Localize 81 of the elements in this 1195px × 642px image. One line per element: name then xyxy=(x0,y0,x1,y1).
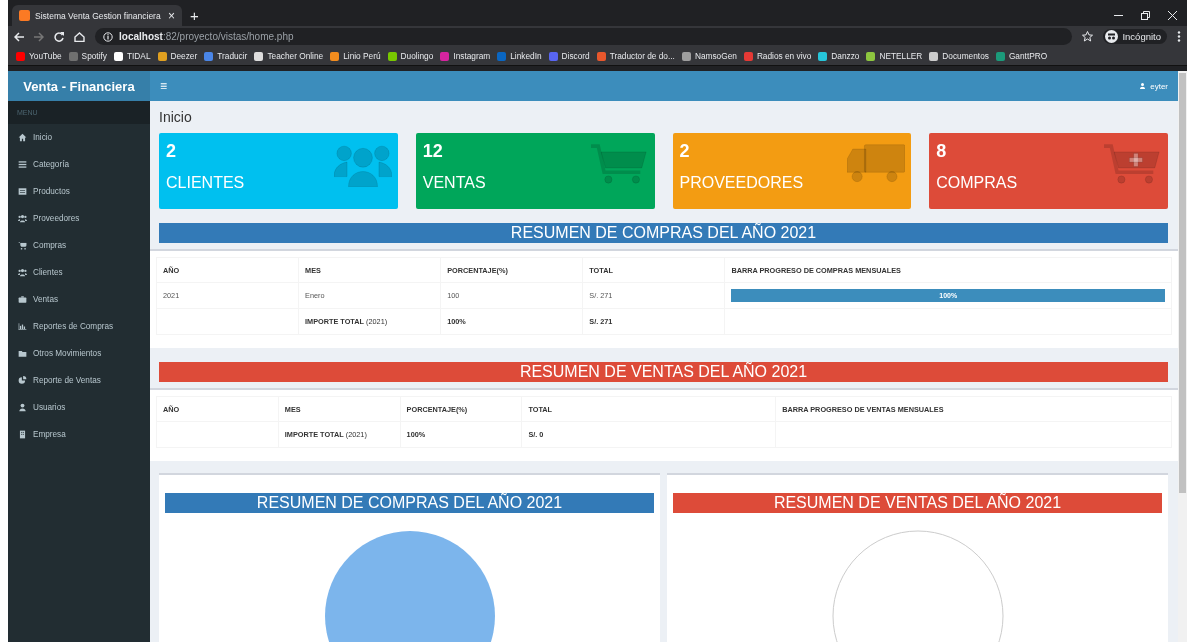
stat-value: 8 xyxy=(936,141,948,162)
bookmark[interactable]: Radios en vivo xyxy=(743,51,812,61)
sidebar-item[interactable]: Clientes xyxy=(8,259,150,286)
chart-title: RESUMEN DE VENTAS DEL AÑO 2021 xyxy=(673,493,1162,513)
bookmark[interactable]: GanttPRO xyxy=(995,51,1048,61)
bookmark[interactable]: Spotify xyxy=(68,51,107,61)
folder-icon xyxy=(18,349,27,358)
table-icon xyxy=(18,187,27,196)
cart-icon xyxy=(590,143,649,187)
stat-label: PROVEEDORES xyxy=(679,174,805,192)
bookmark[interactable]: TIDAL xyxy=(114,51,151,61)
stat-card[interactable]: 8 COMPRAS xyxy=(929,133,1168,209)
reload-icon[interactable] xyxy=(54,31,64,42)
home-icon xyxy=(18,133,27,142)
sidebar-item[interactable]: Otros Movimientos xyxy=(8,340,150,367)
bookmark[interactable]: Deezer xyxy=(157,51,198,61)
star-icon[interactable] xyxy=(1082,31,1094,42)
stat-value: 12 xyxy=(422,141,444,162)
pie-chart-icon xyxy=(18,376,27,385)
info-icon xyxy=(103,31,113,42)
section-title: RESUMEN DE VENTAS DEL AÑO 2021 xyxy=(159,362,1168,382)
bookmark[interactable]: Discord xyxy=(548,51,590,61)
cart-icon xyxy=(18,241,27,250)
stat-value: 2 xyxy=(679,141,691,162)
stat-label: VENTAS xyxy=(422,174,487,192)
address-bar[interactable]: localhost:82/proyecto/vistas/home.php xyxy=(95,28,1073,45)
users-icon xyxy=(333,143,392,187)
close-icon[interactable] xyxy=(1168,11,1177,20)
briefcase-icon xyxy=(18,295,27,304)
sidebar-item[interactable]: Productos xyxy=(8,178,150,205)
bookmark[interactable]: NamsoGen xyxy=(681,51,737,61)
browser-tab[interactable]: Sistema Venta Gestion financiera × xyxy=(12,5,182,26)
sidebar-item[interactable]: Empresa xyxy=(8,421,150,448)
bookmark[interactable]: Duolingo xyxy=(387,51,434,61)
tab-title: Sistema Venta Gestion financiera xyxy=(35,10,162,21)
bookmark[interactable]: Instagram xyxy=(440,51,491,61)
users-icon xyxy=(18,268,27,277)
sidebar-item[interactable]: Reportes de Compras xyxy=(8,313,150,340)
sidebar-item[interactable]: Usuarios xyxy=(8,394,150,421)
sidebar-item[interactable]: Categoría xyxy=(8,151,150,178)
stat-label: COMPRAS xyxy=(936,174,1019,192)
sidebar-item[interactable]: Ventas xyxy=(8,286,150,313)
user-menu[interactable]: eyter xyxy=(1139,81,1168,91)
chart-title: RESUMEN DE COMPRAS DEL AÑO 2021 xyxy=(165,493,654,513)
profile-button[interactable]: Incógnito xyxy=(1103,29,1167,44)
restore-icon[interactable] xyxy=(1141,11,1150,20)
menu-toggle[interactable]: ≡ xyxy=(160,79,167,93)
new-tab-button[interactable]: + xyxy=(190,7,199,24)
more-icon[interactable] xyxy=(1177,31,1181,42)
sidebar-item[interactable]: Proveedores xyxy=(8,205,150,232)
bookmark[interactable]: NETELLER xyxy=(866,51,923,61)
app-brand[interactable]: Venta - Financiera xyxy=(8,71,150,101)
bar-chart-icon xyxy=(18,322,27,331)
page-title: Inicio xyxy=(159,109,193,125)
stat-value: 2 xyxy=(166,141,177,162)
user-icon xyxy=(18,403,27,412)
stat-label: CLIENTES xyxy=(166,174,246,192)
home-icon[interactable] xyxy=(74,31,85,42)
bookmark[interactable]: Traductor de do... xyxy=(596,51,675,61)
bookmark[interactable]: Traducir xyxy=(204,51,248,61)
bookmark[interactable]: Teacher Online xyxy=(254,51,324,61)
forward-icon[interactable] xyxy=(34,31,44,42)
users-icon xyxy=(18,214,27,223)
list-icon xyxy=(18,160,27,169)
building-icon xyxy=(18,430,27,439)
sidebar-item[interactable]: Reporte de Ventas xyxy=(8,367,150,394)
bookmark[interactable]: Documentos xyxy=(929,51,989,61)
bookmark[interactable]: Linio Perú xyxy=(330,51,381,61)
user-icon xyxy=(1139,82,1147,90)
site-icon xyxy=(19,10,30,21)
scrollbar[interactable] xyxy=(1178,71,1187,642)
incognito-icon xyxy=(1105,30,1119,43)
tab-close-button[interactable]: × xyxy=(168,8,175,23)
sidebar-item[interactable]: Compras xyxy=(8,232,150,259)
sidebar-item[interactable]: Inicio xyxy=(8,124,150,151)
back-icon[interactable] xyxy=(14,31,24,42)
section-title: RESUMEN DE COMPRAS DEL AÑO 2021 xyxy=(159,223,1168,243)
bookmark[interactable]: LinkedIn xyxy=(497,51,542,61)
cart-plus-icon xyxy=(1104,143,1162,187)
bookmark[interactable]: Danzzo xyxy=(818,51,860,61)
bookmark[interactable]: YouTube xyxy=(16,51,62,61)
